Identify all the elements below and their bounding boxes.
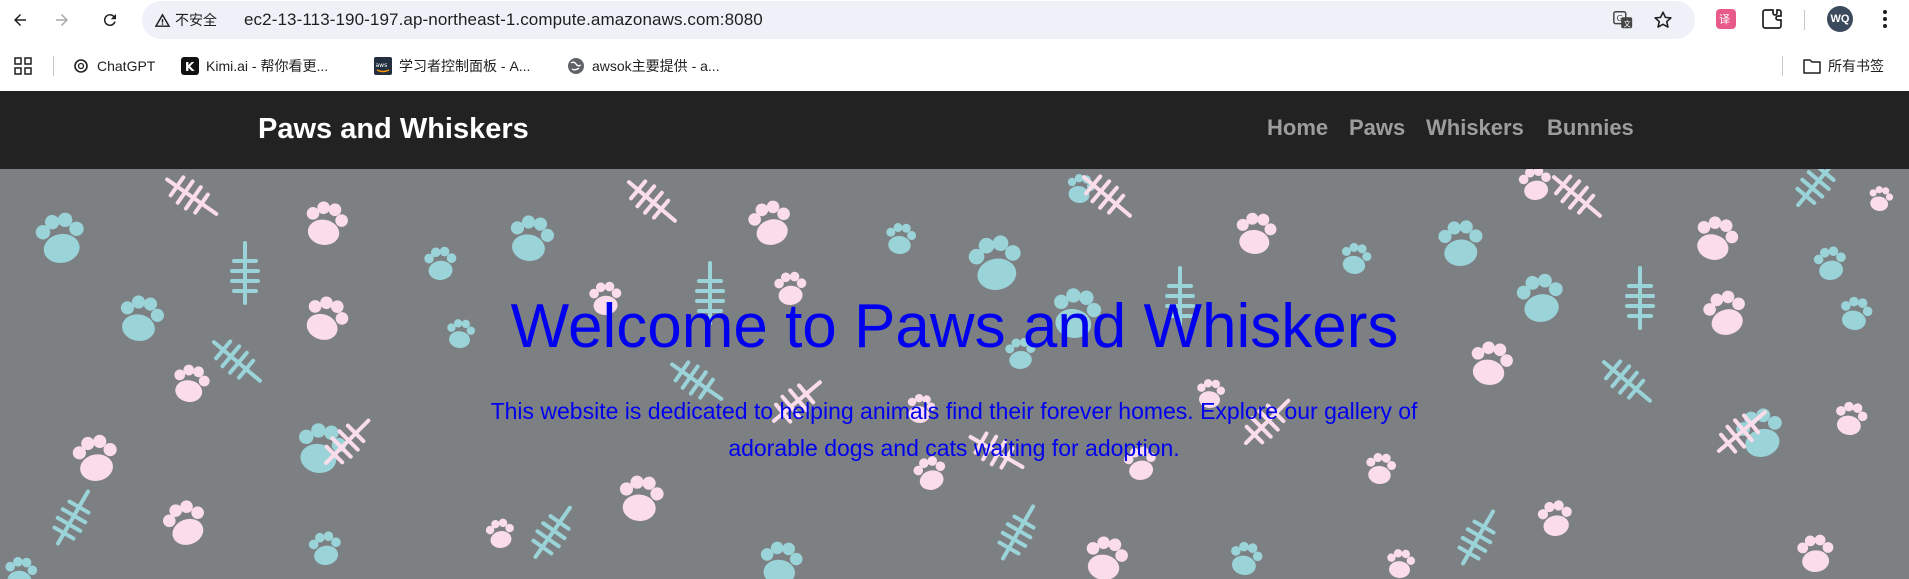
bookmark-label: ChatGPT: [97, 58, 156, 74]
bookmark-kimi[interactable]: K Kimi.ai - 帮你看更...: [181, 54, 328, 78]
folder-icon: [1803, 57, 1821, 75]
apps-grid-icon[interactable]: [14, 57, 32, 75]
forward-button[interactable]: [48, 6, 76, 34]
chatgpt-icon: [72, 57, 90, 75]
bookmark-label: Kimi.ai - 帮你看更...: [206, 58, 329, 74]
back-arrow-icon: [14, 14, 26, 26]
nav-link-bunnies[interactable]: Bunnies: [1547, 115, 1634, 141]
svg-text:K: K: [185, 60, 195, 74]
site-brand[interactable]: Paws and Whiskers: [258, 113, 529, 146]
svg-text:aws: aws: [376, 62, 388, 69]
more-menu-icon[interactable]: [1875, 8, 1895, 30]
globe-icon: [567, 57, 585, 75]
nav-link-whiskers[interactable]: Whiskers: [1426, 115, 1524, 141]
hero-section: Welcome to Paws and Whiskers This websit…: [0, 169, 1909, 579]
svg-text:文: 文: [1623, 19, 1631, 28]
forward-arrow-icon: [56, 14, 68, 26]
site-navbar: Paws and Whiskers Home Paws Whiskers Bun…: [0, 91, 1909, 169]
reload-icon: [103, 14, 116, 27]
site-info-chip[interactable]: 不安全: [154, 8, 223, 32]
aws-icon: aws: [374, 57, 392, 75]
bookmark-chatgpt[interactable]: ChatGPT: [72, 54, 155, 78]
extension-translate-icon[interactable]: 译: [1714, 7, 1738, 31]
back-button[interactable]: [6, 6, 34, 34]
warning-icon: [154, 12, 171, 27]
hero-title: Welcome to Paws and Whiskers: [510, 292, 1399, 361]
toolbar-divider: [1804, 10, 1805, 30]
url-text[interactable]: ec2-13-113-190-197.ap-northeast-1.comput…: [244, 10, 763, 30]
translate-icon[interactable]: G 文: [1612, 9, 1634, 31]
extensions-puzzle-icon[interactable]: [1760, 7, 1784, 31]
paw-prints-teal: [3, 172, 1875, 579]
nav-link-home[interactable]: Home: [1267, 115, 1328, 141]
kimi-icon: K: [181, 57, 199, 75]
bookmarks-divider: [1782, 56, 1783, 76]
bookmark-label: awsok主要提供 - a...: [592, 58, 720, 74]
hero-description: This website is dedicated to helping ani…: [490, 398, 1418, 461]
bookmark-label: 学习者控制面板 - A...: [399, 58, 531, 74]
bookmarks-divider: [53, 56, 54, 76]
star-bookmark-icon[interactable]: [1652, 9, 1674, 31]
browser-toolbar: 不安全 ec2-13-113-190-197.ap-northeast-1.co…: [0, 0, 1909, 40]
paw-pattern-background: [3, 169, 1895, 579]
nav-link-paws[interactable]: Paws: [1349, 115, 1405, 141]
bookmark-awsok[interactable]: awsok主要提供 - a...: [567, 54, 720, 78]
bookmarks-bar: ChatGPT K Kimi.ai - 帮你看更... aws 学习者控制面板 …: [0, 48, 1909, 84]
address-bar[interactable]: 不安全 ec2-13-113-190-197.ap-northeast-1.co…: [142, 1, 1695, 39]
security-label: 不安全: [175, 12, 217, 28]
bookmark-aws-console[interactable]: aws 学习者控制面板 - A...: [374, 54, 530, 78]
profile-avatar[interactable]: WQ: [1827, 6, 1853, 32]
all-bookmarks-button[interactable]: 所有书签: [1803, 54, 1884, 78]
all-bookmarks-label: 所有书签: [1828, 58, 1884, 74]
svg-text:译: 译: [1719, 13, 1730, 26]
reload-button[interactable]: [96, 6, 124, 34]
